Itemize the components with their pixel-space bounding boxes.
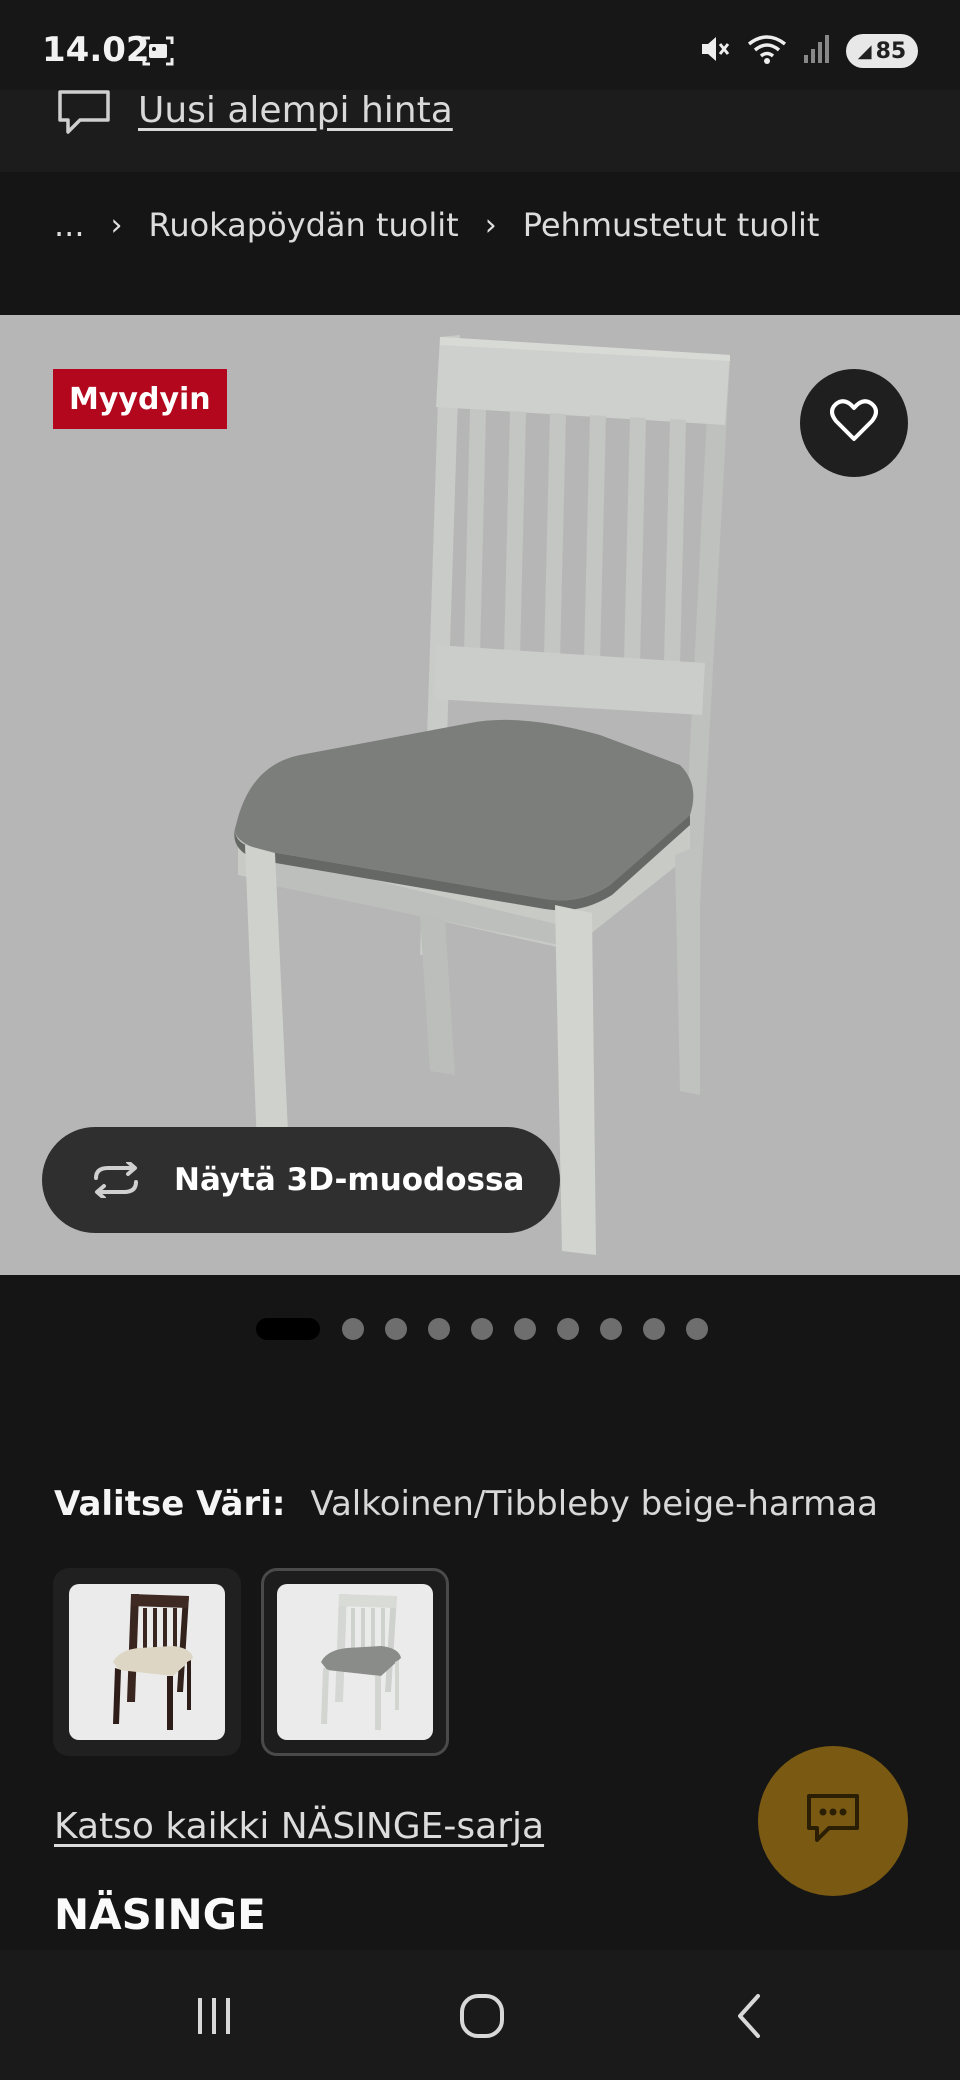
color-option-dark[interactable] (53, 1568, 241, 1756)
bestseller-badge: Myydyin (53, 369, 227, 429)
breadcrumb-upholstered-chairs[interactable]: Pehmustetut tuolit (523, 206, 820, 244)
color-value: Valkoinen/Tibbleby beige-harmaa (310, 1484, 878, 1524)
pagination-dot[interactable] (643, 1318, 665, 1340)
system-nav-bar (0, 1950, 960, 2080)
product-title: NÄSINGE (54, 1890, 266, 1939)
color-selector-header: Valitse Väri: Valkoinen/Tibbleby beige-h… (54, 1484, 878, 1524)
breadcrumb-separator: › (484, 207, 497, 243)
chat-bubble-icon (56, 90, 112, 138)
image-pagination (256, 1318, 729, 1340)
wifi-icon (746, 32, 788, 70)
recents-icon (192, 1994, 236, 2042)
heart-icon (830, 399, 878, 447)
dark-chair-thumbnail (69, 1584, 225, 1740)
pagination-dot-active[interactable] (256, 1318, 320, 1340)
mute-icon (698, 32, 732, 70)
breadcrumb-separator: › (110, 207, 123, 243)
pagination-dot[interactable] (428, 1318, 450, 1340)
battery-level: 85 (875, 38, 907, 64)
pagination-dot[interactable] (342, 1318, 364, 1340)
chat-icon (803, 1792, 863, 1850)
recents-button[interactable] (184, 1988, 244, 2048)
color-label: Valitse Väri: (54, 1484, 286, 1524)
pagination-dot[interactable] (557, 1318, 579, 1340)
screenshot-icon (140, 34, 176, 72)
product-image[interactable]: Myydyin Näytä 3D-muodossa (0, 315, 960, 1275)
series-link[interactable]: Katso kaikki NÄSINGE-sarja (54, 1806, 544, 1847)
pagination-dot[interactable] (514, 1318, 536, 1340)
chat-button[interactable] (758, 1746, 908, 1896)
home-button[interactable] (452, 1988, 512, 2048)
home-icon (458, 1992, 506, 2044)
price-notice-bar: Uusi alempi hinta (0, 90, 960, 172)
product-page: 14.02 ◢ 85 Uusi alempi hinta ... › Ruoka… (0, 0, 960, 2080)
status-time: 14.02 (42, 30, 150, 70)
pagination-dot[interactable] (385, 1318, 407, 1340)
color-option-white[interactable] (261, 1568, 449, 1756)
breadcrumb: ... › Ruokapöydän tuolit › Pehmustetut t… (54, 206, 819, 244)
back-icon (732, 1992, 768, 2044)
breadcrumb-ellipsis[interactable]: ... (54, 206, 85, 244)
favorite-button[interactable] (800, 369, 908, 477)
view-3d-label: Näytä 3D-muodossa (174, 1162, 525, 1198)
status-icons: ◢ 85 (698, 32, 918, 70)
white-chair-thumbnail (277, 1584, 433, 1740)
rotate-arrows-icon (88, 1162, 144, 1198)
battery-leaf-icon: ◢ (857, 40, 872, 62)
lower-price-link[interactable]: Uusi alempi hinta (138, 90, 453, 131)
pagination-dot[interactable] (471, 1318, 493, 1340)
breadcrumb-dining-chairs[interactable]: Ruokapöydän tuolit (149, 206, 459, 244)
pagination-dot[interactable] (686, 1318, 708, 1340)
back-button[interactable] (720, 1988, 780, 2048)
battery-indicator: ◢ 85 (846, 34, 918, 68)
pagination-dot[interactable] (600, 1318, 622, 1340)
signal-icon (802, 33, 832, 69)
view-3d-button[interactable]: Näytä 3D-muodossa (42, 1127, 560, 1233)
status-bar: 14.02 ◢ 85 (0, 0, 960, 90)
